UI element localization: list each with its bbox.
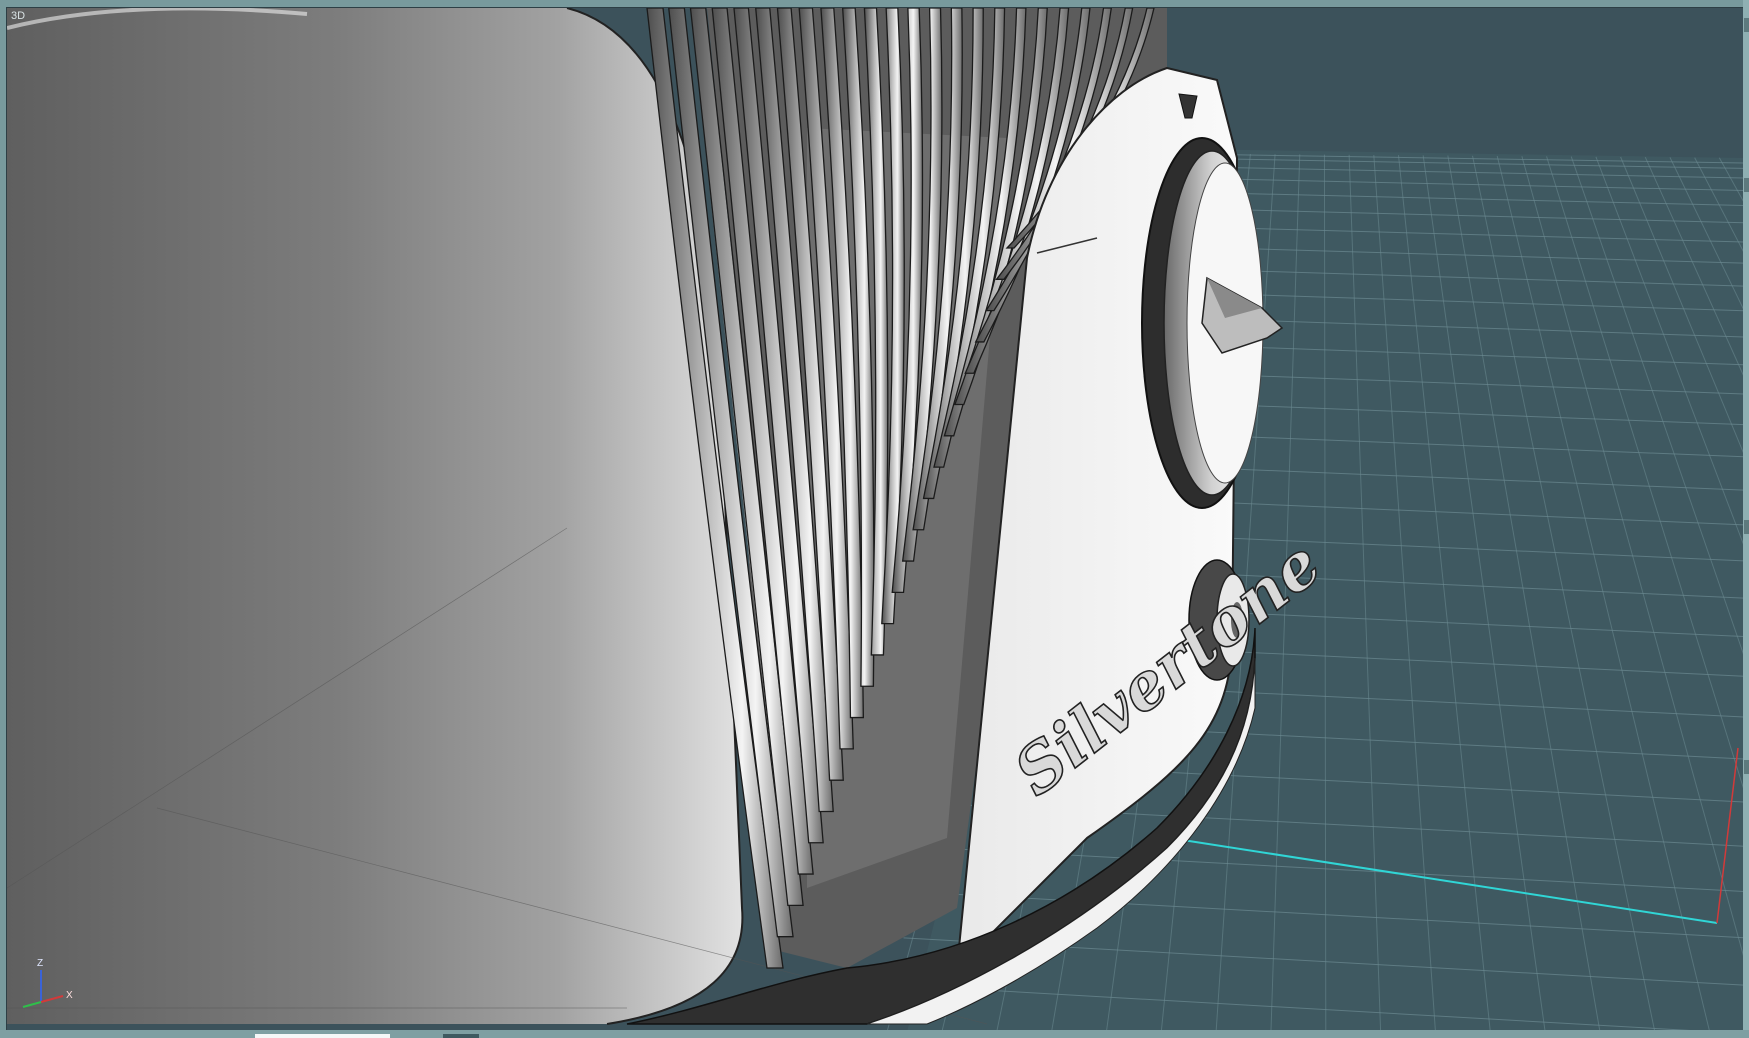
axis-x-label: X xyxy=(66,990,73,1001)
axis-triad: Z X xyxy=(22,958,73,1008)
viewport-scene[interactable]: Silvertone xyxy=(7,8,1744,1032)
application-frame: Silvertone 3D Z X xyxy=(0,0,1749,1038)
axis-z-label: Z xyxy=(37,958,43,969)
right-edge-strip xyxy=(1743,0,1749,1038)
viewport-label: 3D xyxy=(11,10,26,22)
bottom-tab[interactable] xyxy=(443,1034,479,1038)
bottom-tab-active[interactable] xyxy=(255,1034,390,1038)
3d-viewport[interactable]: Silvertone 3D Z X xyxy=(6,7,1745,1033)
